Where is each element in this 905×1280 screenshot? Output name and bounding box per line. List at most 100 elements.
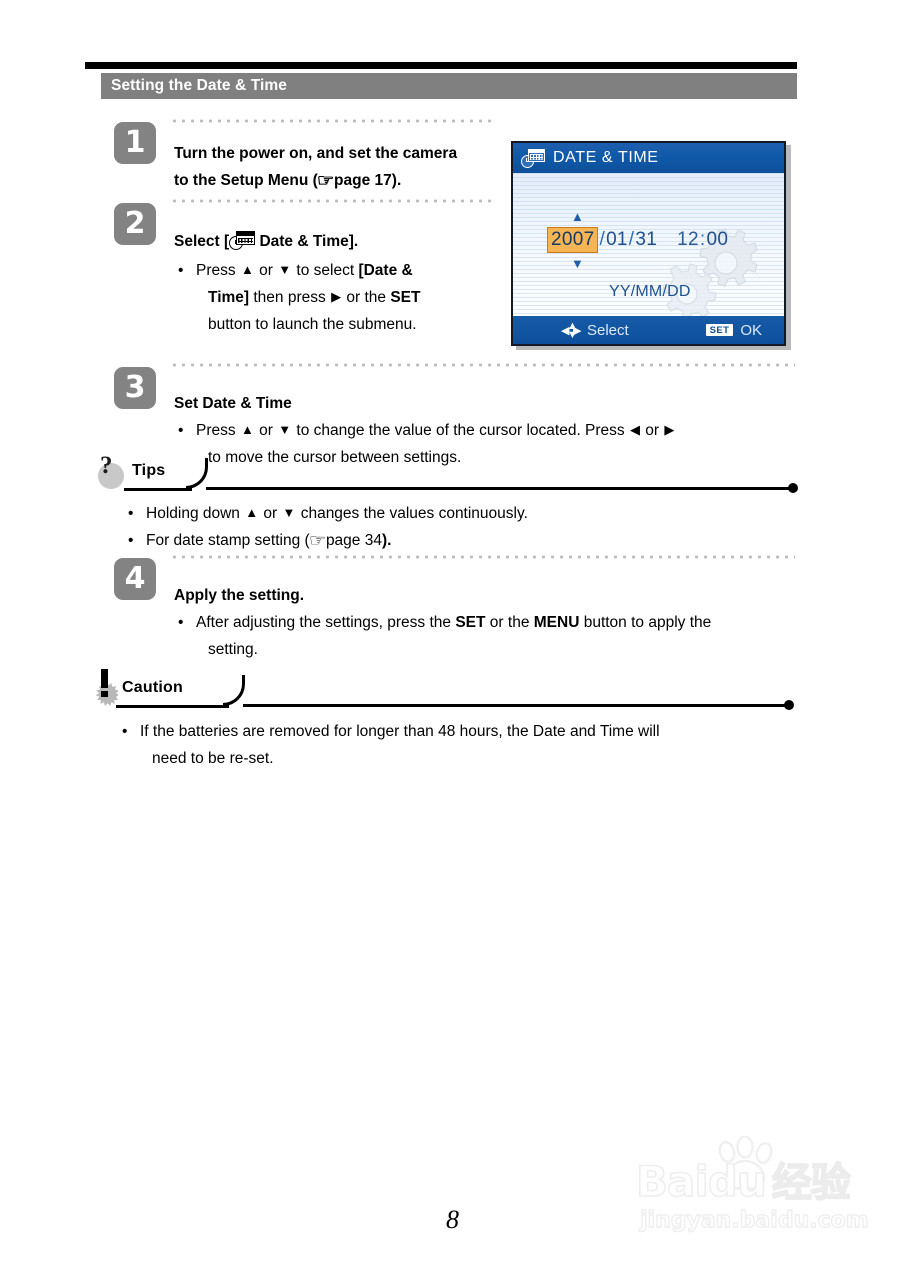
- tips-label: Tips: [132, 462, 166, 479]
- tips-b1-a: Holding down: [146, 505, 245, 522]
- step-2-text: Select [ Date & Time].: [174, 228, 504, 255]
- tips-b2-ref: page 34: [325, 532, 382, 549]
- bullet-marker: •: [128, 532, 134, 549]
- step-4-b1-d: setting.: [208, 641, 258, 659]
- top-black-rule: [85, 62, 797, 69]
- step-1-line-2-post: ).: [391, 172, 402, 190]
- step-2-title-pre: Select [: [174, 233, 230, 250]
- exclamation-mark-icon: [101, 669, 108, 697]
- pointing-hand-icon: ☞: [308, 531, 327, 550]
- step-3-b1-b: or: [254, 422, 278, 439]
- step-3-dotted-rule: [170, 363, 795, 367]
- step-1-text: Turn the power on, and set the camera to…: [174, 140, 504, 194]
- tips-bullet-1: • Holding down ▲ or ▼ changes the values …: [128, 500, 748, 527]
- step-4-bullet-1: • After adjusting the settings, press the…: [178, 609, 798, 663]
- step-2-b1-c: to select: [292, 262, 359, 279]
- step-1-dotted-rule: [170, 119, 495, 123]
- tips-bullet-2: • For date stamp setting (☞page 34).: [128, 527, 748, 554]
- lcd-down-indicator: ▼: [571, 256, 584, 271]
- lcd-title: DATE & TIME: [553, 149, 659, 166]
- step-4-b1-c: button to apply the: [579, 614, 712, 631]
- lcd-select-label: Select: [587, 321, 629, 339]
- step-2-title: Select [ Date & Time].: [174, 228, 504, 255]
- tips-b2-c: ).: [381, 532, 392, 549]
- question-mark-icon: ?: [100, 452, 113, 479]
- step-2-b1-bold1: [Date &: [358, 262, 413, 279]
- lcd-date-row: 2007/01/31 12:00: [547, 227, 728, 253]
- step-4-number: 4: [124, 561, 146, 596]
- step-1-badge: 1: [114, 122, 156, 164]
- tips-b1-b: or: [259, 505, 282, 522]
- calendar-clock-icon: [521, 148, 545, 168]
- bullet-marker: •: [178, 422, 184, 439]
- step-2-bullet-1: • Press ▲ or ▼ to select [Date & Time] th…: [178, 257, 504, 338]
- left-arrow-icon: ◀: [629, 422, 640, 437]
- up-arrow-icon: ▲: [245, 505, 259, 520]
- step-1-page-ref: page 17: [334, 172, 392, 190]
- caution-line-1: If the batteries are removed for longer …: [140, 723, 660, 740]
- step-2-b1-d: then press: [249, 289, 331, 307]
- section-header-bar: Setting the Date & Time: [101, 73, 797, 99]
- down-arrow-icon: ▼: [278, 262, 292, 277]
- lcd-hour-value[interactable]: 12: [677, 229, 699, 250]
- step-2-b1-f: button to launch the submenu.: [208, 316, 417, 334]
- lcd-select-hint: ▲ ▼ ◀ ▶ Select: [561, 321, 629, 341]
- lcd-up-indicator: ▲: [571, 209, 584, 224]
- lcd-separator-1: /: [599, 229, 606, 250]
- lcd-ok-hint: SET OK: [705, 321, 762, 339]
- step-3-text: Set Date & Time: [174, 390, 794, 417]
- tips-underline: [124, 488, 192, 491]
- caution-underline: [116, 705, 229, 708]
- caution-tab-shape: [223, 675, 245, 706]
- bullet-marker: •: [178, 614, 184, 631]
- pointing-hand-icon: ☞: [316, 171, 335, 191]
- tips-end-dot: [788, 483, 798, 493]
- caution-line-2: need to be re-set.: [152, 750, 274, 768]
- step-1-line-2: to the Setup Menu (☞page 17).: [174, 167, 504, 194]
- step-3-b1-c: to change the value of the cursor locate…: [292, 422, 629, 439]
- bullet-marker: •: [178, 262, 184, 279]
- step-4-text: Apply the setting.: [174, 582, 794, 609]
- camera-lcd-screen: DATE & TIME ▲ 2007/01/31 12:00 ▼ YY/MM/DD…: [511, 141, 786, 346]
- lcd-month-value[interactable]: 01: [606, 229, 628, 250]
- caution-rule: [243, 703, 788, 707]
- lcd-day-value[interactable]: 31: [635, 229, 657, 250]
- step-2-b1-bold3: SET: [390, 289, 421, 307]
- step-2-b1-b: or: [254, 262, 278, 279]
- step-4-b1-bold2: MENU: [533, 614, 580, 631]
- step-4-b1-bold1: SET: [455, 614, 486, 631]
- caution-end-dot: [784, 700, 794, 710]
- tips-b2-a: For date stamp setting (: [146, 532, 310, 549]
- step-2-title-post: Date & Time].: [255, 233, 359, 250]
- lcd-year-value[interactable]: 2007: [547, 227, 599, 253]
- caution-bullet-1: • If the batteries are removed for longer…: [122, 718, 782, 772]
- step-4-b1-b: or the: [485, 614, 534, 631]
- step-2-b1-e: or the: [342, 289, 391, 307]
- step-2-b1-bold2: Time]: [208, 289, 250, 307]
- up-arrow-icon: ▲: [240, 262, 254, 277]
- up-arrow-icon: ▲: [240, 422, 254, 437]
- step-3-number: 3: [124, 370, 146, 405]
- step-1-number: 1: [124, 125, 146, 160]
- step-4-badge: 4: [114, 558, 156, 600]
- tips-b1-c: changes the values continuously.: [296, 505, 528, 522]
- step-2-dotted-rule: [170, 199, 495, 203]
- step-3-b1-d: or: [640, 422, 664, 439]
- lcd-minute-value[interactable]: 00: [706, 229, 728, 250]
- step-4-dotted-rule: [170, 555, 795, 559]
- lcd-date-format-label: YY/MM/DD: [609, 283, 691, 300]
- lcd-ok-label: OK: [740, 321, 762, 339]
- down-arrow-icon: ▼: [282, 505, 296, 520]
- caution-banner: Caution: [92, 669, 802, 713]
- page-number: 8: [446, 1205, 459, 1234]
- bullet-marker: •: [128, 505, 134, 522]
- step-2-number: 2: [124, 206, 146, 241]
- right-arrow-icon: ▶: [331, 289, 342, 305]
- tips-rule: [206, 486, 792, 490]
- lcd-title-bar: DATE & TIME: [513, 143, 784, 173]
- step-2-badge: 2: [114, 203, 156, 245]
- watermark-main: Baidu: [635, 1156, 767, 1207]
- step-2-b1-a: Press: [196, 262, 240, 279]
- tips-banner: ? Tips: [98, 452, 798, 498]
- step-3-b1-a: Press: [196, 422, 240, 439]
